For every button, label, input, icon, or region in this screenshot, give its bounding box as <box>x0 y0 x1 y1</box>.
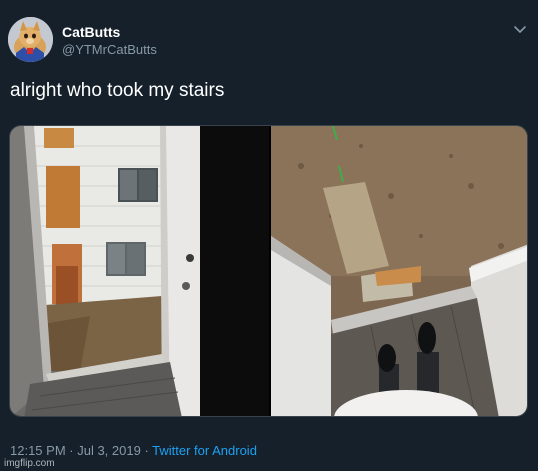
meta-separator: · <box>65 443 78 458</box>
tweet-time[interactable]: 12:15 PM <box>10 443 66 458</box>
display-name[interactable]: CatButts <box>62 24 120 40</box>
photo-looking-down[interactable] <box>271 126 528 417</box>
imgflip-watermark: imgflip.com <box>4 458 55 469</box>
tweet-meta: 12:15 PM · Jul 3, 2019 · Twitter for And… <box>10 443 257 458</box>
tweet-text: alright who took my stairs <box>10 80 225 101</box>
tweet: CatButts @YTMrCatButts alright who took … <box>0 0 538 471</box>
tweet-date[interactable]: Jul 3, 2019 <box>77 443 141 458</box>
photo-doorway-view[interactable] <box>10 126 269 417</box>
tweet-media[interactable] <box>9 125 528 417</box>
tweet-source-link[interactable]: Twitter for Android <box>152 443 257 458</box>
user-handle[interactable]: @YTMrCatButts <box>62 42 157 57</box>
chevron-down-icon[interactable] <box>513 25 527 35</box>
cat-avatar-image <box>8 17 53 62</box>
meta-separator: · <box>140 443 153 458</box>
avatar[interactable] <box>8 17 53 62</box>
